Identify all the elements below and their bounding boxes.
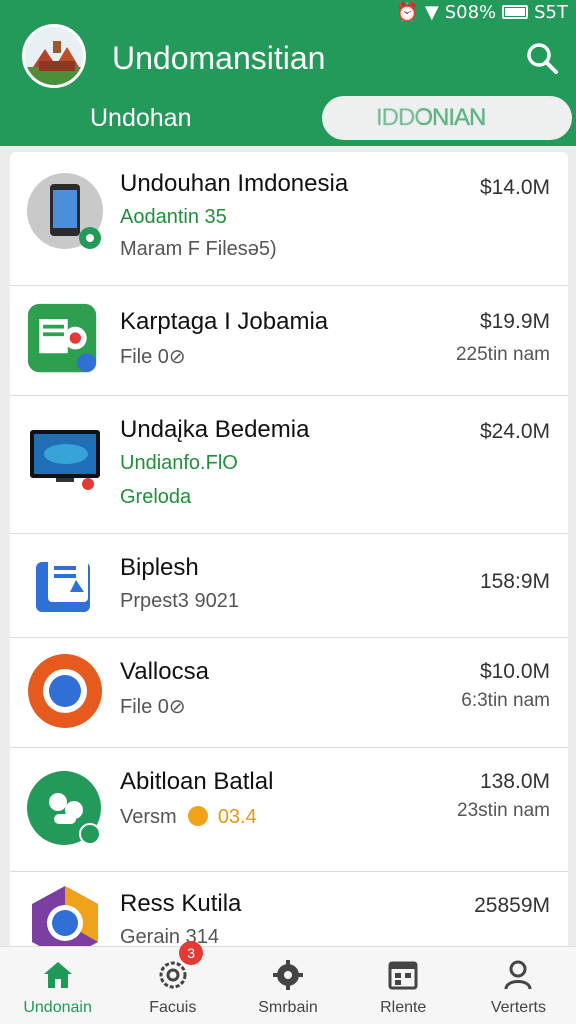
list-item[interactable]: Abitloan Batlal Versm 03.4 138.0M 23stin… (10, 748, 568, 872)
item-version-label: Versm (120, 806, 177, 828)
item-files: Prpest3 9021 (120, 590, 239, 612)
presentation-app-icon (27, 303, 97, 373)
list-item[interactable]: Ress Kutila Gerain 314 25859M (10, 872, 568, 952)
item-size: 158:9M (479, 570, 550, 593)
notification-badge: 3 (179, 941, 204, 965)
list-item[interactable]: Biplesh Prpest3 9021 158:9M (10, 534, 568, 638)
item-size: $19.9M (479, 310, 550, 333)
item-status: Greloda (120, 486, 192, 508)
battery-text: S08% (444, 1, 497, 23)
nav-rlente[interactable]: Rlente (346, 947, 461, 1024)
list-item[interactable]: Undouhan Imdonesia Aodantin 35 Maram F F… (10, 152, 568, 286)
chrome-app-icon (32, 886, 98, 952)
item-version-value: 03.4 (217, 806, 257, 828)
status-bar: ⏰ ▼ S08% S5T (396, 0, 568, 24)
app-title: Undomansitian (112, 40, 326, 76)
item-size: $24.0M (479, 420, 550, 443)
item-name: Biplesh (120, 554, 199, 581)
item-name: Undouhan Imdonesia (120, 170, 349, 197)
nav-label: Undonain (23, 999, 92, 1016)
calendar-icon (388, 961, 418, 990)
search-icon[interactable] (524, 40, 560, 76)
browser-app-icon (28, 654, 102, 728)
item-time: 23stin nam (457, 800, 550, 821)
battery-icon (502, 5, 529, 19)
item-name: Abitloan Batlal (120, 768, 274, 795)
app-logo (22, 24, 86, 88)
item-name: Vallocsa (120, 658, 209, 685)
nav-label: Facuis (149, 999, 197, 1016)
item-version: Aodantin 35 (120, 206, 227, 228)
item-size: 138.0M (479, 770, 550, 793)
nav-verterts[interactable]: Verterts (461, 947, 576, 1024)
nav-label: Smrbain (258, 999, 318, 1016)
item-files: Maram F Filesǝ5) (120, 238, 277, 260)
wifi-icon: ▼ (424, 1, 439, 23)
item-time: 6:3tin nam (461, 690, 550, 711)
list-item[interactable]: Vallocsa File 0⊘ $10.0M 6:3tin nam (10, 638, 568, 748)
contacts-app-icon (27, 771, 101, 845)
item-files: File 0⊘ (120, 346, 186, 368)
nav-facuis[interactable]: 3 Facuis (115, 941, 230, 1024)
gear-icon (273, 960, 303, 990)
person-icon (504, 960, 532, 990)
phone-app-icon (27, 173, 103, 249)
document-app-icon (36, 556, 90, 612)
list-item[interactable]: Karptaga I Jobamia File 0⊘ $19.9M 225tin… (10, 286, 568, 396)
tv-app-icon (30, 430, 100, 490)
item-size: $14.0M (479, 176, 550, 199)
list-item[interactable]: Undaįka Bedemia Undianfo.FlO Greloda $24… (10, 396, 568, 534)
alarm-icon: ⏰ (396, 1, 419, 23)
nav-label: Rlente (380, 999, 427, 1016)
app-header: ⏰ ▼ S08% S5T Undomansitian Undohan IDDON… (0, 0, 576, 146)
item-size: $10.0M (479, 660, 550, 683)
download-list: Undouhan Imdonesia Aodantin 35 Maram F F… (10, 152, 568, 952)
item-version: Versm 03.4 (120, 806, 257, 829)
nav-label: Verterts (490, 999, 546, 1016)
item-name: Undaįka Bedemia (120, 416, 310, 443)
nav-home[interactable]: Undonain (0, 947, 115, 1024)
tab-toggle-label: IDDONIAN (376, 104, 486, 131)
coin-icon (188, 806, 209, 826)
nav-smrbain[interactable]: Smrbain (230, 947, 345, 1024)
home-icon (43, 962, 72, 988)
bottom-nav: Undonain 3 Facuis Smrbain Rlente Vertert… (0, 941, 576, 1024)
tab-undohan[interactable]: Undohan (90, 104, 191, 133)
item-name: Karptaga I Jobamia (120, 308, 329, 335)
item-name: Ress Kutila (120, 890, 242, 917)
item-version-label: Gerain (120, 926, 181, 948)
tab-toggle[interactable]: IDDONIAN (322, 96, 572, 140)
item-time: 225tin nam (455, 344, 550, 365)
status-extra: S5T (534, 1, 568, 23)
item-files: File 0⊘ (120, 696, 186, 718)
item-size: 25859M (474, 894, 550, 917)
item-version: Undianfo.FlO (120, 452, 238, 474)
settings-gear-icon (159, 961, 187, 989)
